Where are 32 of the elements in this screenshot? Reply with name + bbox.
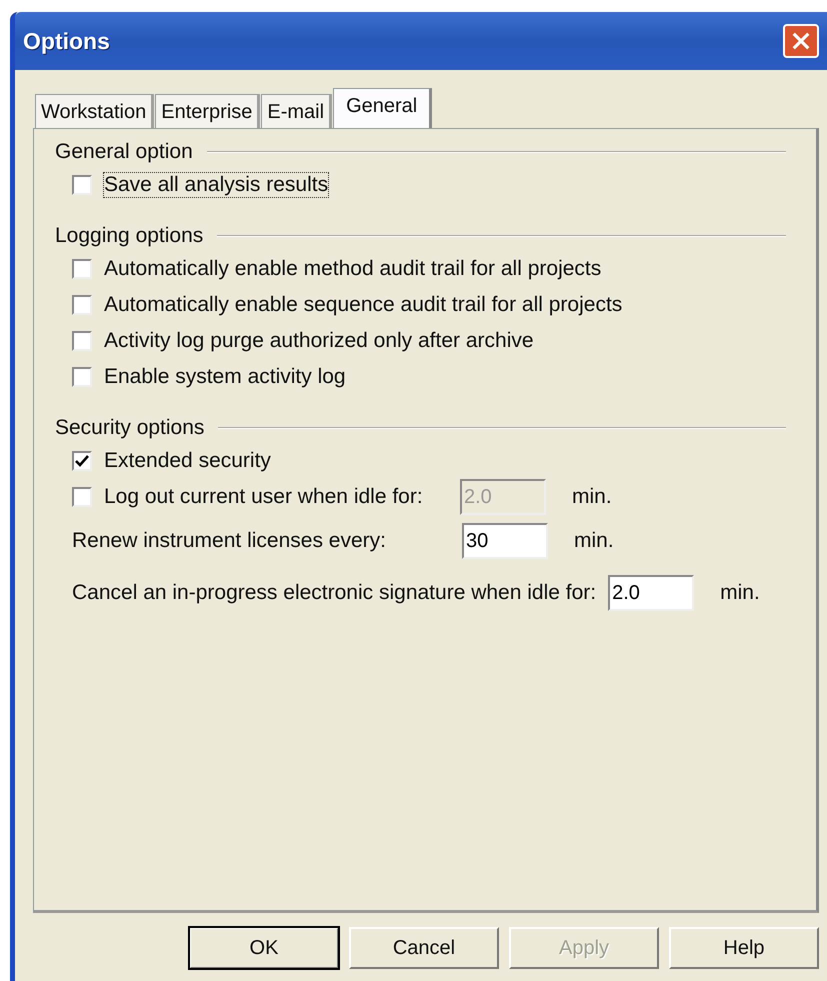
checkbox-label[interactable]: Save all analysis results bbox=[104, 173, 328, 197]
close-button[interactable] bbox=[783, 24, 819, 58]
tab[interactable]: Workstation bbox=[35, 94, 154, 128]
unit-label: min. bbox=[720, 581, 760, 605]
close-icon bbox=[791, 30, 811, 52]
section-title: General option bbox=[55, 140, 193, 164]
dialog-button[interactable]: Cancel bbox=[349, 927, 499, 969]
field-label: Renew instrument licenses every: bbox=[72, 529, 387, 553]
tab[interactable]: General bbox=[333, 88, 432, 128]
unit-label: min. bbox=[574, 529, 614, 553]
checkbox-label[interactable]: Extended security bbox=[104, 449, 271, 473]
checkbox-label[interactable]: Automatically enable sequence audit trail for all projects bbox=[104, 293, 622, 317]
checkbox[interactable] bbox=[72, 175, 92, 195]
tab[interactable]: Enterprise bbox=[155, 94, 260, 128]
section-title: Security options bbox=[55, 416, 204, 440]
input-field[interactable]: 2.0 bbox=[608, 575, 694, 611]
checkbox[interactable] bbox=[72, 451, 92, 471]
dialog-button[interactable]: Help bbox=[669, 927, 819, 969]
checkbox-label[interactable]: Automatically enable method audit trail for all projects bbox=[104, 257, 602, 281]
checkbox-label[interactable]: Activity log purge authorized only after archive bbox=[104, 329, 534, 353]
window-title: Options bbox=[23, 28, 110, 54]
checkbox[interactable] bbox=[72, 295, 92, 315]
input-field[interactable]: 30 bbox=[462, 523, 548, 559]
tab[interactable]: E-mail bbox=[261, 94, 332, 128]
checkbox[interactable] bbox=[72, 367, 92, 387]
checkbox[interactable] bbox=[72, 331, 92, 351]
checkbox-label[interactable]: Enable system activity log bbox=[104, 365, 346, 389]
dialog-button[interactable]: OK bbox=[189, 927, 339, 969]
field-label: Cancel an in-progress electronic signature when idle for: bbox=[72, 581, 596, 605]
section-title: Logging options bbox=[55, 224, 204, 248]
checkbox[interactable] bbox=[72, 259, 92, 279]
unit-label: min. bbox=[572, 485, 612, 509]
